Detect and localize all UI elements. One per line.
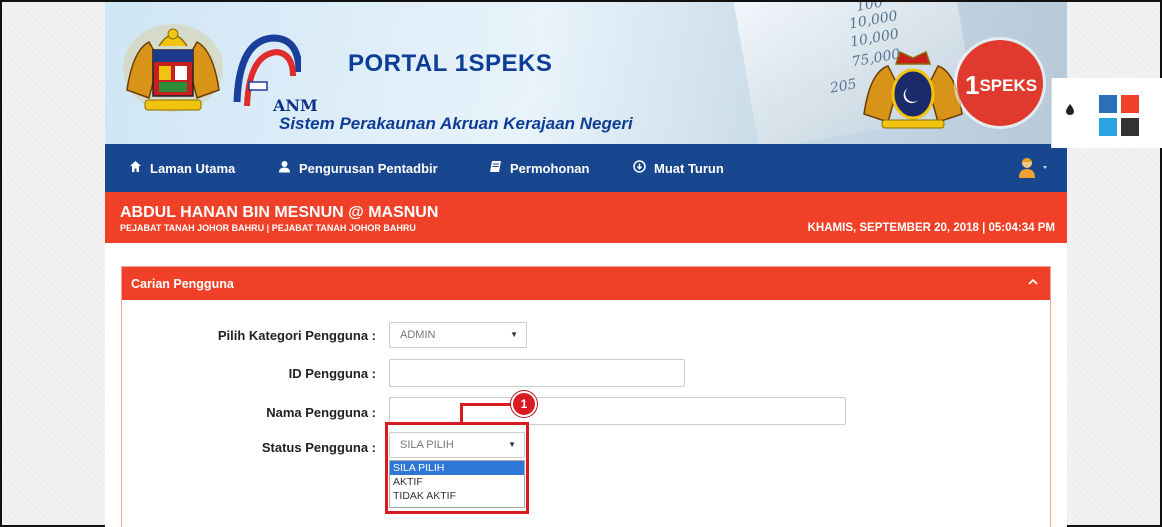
user-office: PEJABAT TANAH JOHOR BAHRU | PEJABAT TANA…	[120, 223, 416, 233]
banner-number: 205	[828, 76, 858, 97]
panel-header: Carian Pengguna	[122, 267, 1050, 300]
status-label: Status Pengguna :	[261, 440, 376, 455]
nav-label: Pengurusan Pentadbir	[299, 160, 438, 176]
home-icon	[128, 160, 142, 176]
user-icon	[277, 160, 291, 176]
user-name: ABDUL HANAN BIN MESNUN @ MASNUN	[120, 204, 439, 221]
chevron-up-icon[interactable]	[1028, 273, 1038, 289]
kategori-select[interactable]: ADMIN ▼	[389, 322, 527, 348]
nav-label: Permohonan	[510, 160, 590, 176]
current-datetime: KHAMIS, SEPTEMBER 20, 2018 | 05:04:34 PM	[807, 222, 1055, 234]
portal-title: PORTAL 1SPEKS	[348, 50, 553, 77]
header-banner: 100 10,000 10,000 75,000 205 ANM PORTAL …	[105, 2, 1067, 144]
nav-muat-turun[interactable]: Muat Turun	[632, 144, 724, 192]
theme-swatch-red[interactable]	[1121, 95, 1139, 113]
caret-down-icon: ▼	[510, 330, 518, 339]
annotation-connector	[460, 405, 463, 424]
main-navbar: Laman Utama Pengurusan Pentadbir Permoho…	[105, 144, 1067, 192]
brand-prefix: 1	[965, 70, 980, 100]
brand-name: SPEKS	[979, 76, 1038, 95]
user-info-bar: ABDUL HANAN BIN MESNUN @ MASNUN PEJABAT …	[105, 192, 1067, 243]
nama-pengguna-input[interactable]	[389, 397, 846, 425]
book-icon	[488, 160, 502, 176]
nav-pengurusan-pentadbir[interactable]: Pengurusan Pentadbir	[277, 144, 438, 192]
id-label: ID Pengguna :	[288, 366, 376, 381]
portal-subtitle: Sistem Perakaunan Akruan Kerajaan Negeri	[279, 114, 633, 133]
theme-swatch-dark[interactable]	[1121, 118, 1139, 136]
malaysia-coat-of-arms-icon	[123, 24, 223, 112]
nav-permohonan[interactable]: Permohonan	[488, 144, 589, 192]
kategori-value: ADMIN	[400, 329, 436, 341]
nav-label: Laman Utama	[150, 160, 236, 176]
annotation-connector	[460, 403, 514, 406]
user-avatar-icon	[1019, 158, 1047, 178]
nav-laman-utama[interactable]: Laman Utama	[128, 144, 235, 192]
annotation-highlight-box	[385, 422, 529, 514]
nav-label: Muat Turun	[654, 160, 724, 176]
theme-swatch-lightblue[interactable]	[1099, 118, 1117, 136]
anm-label: ANM	[273, 96, 318, 115]
download-icon	[632, 160, 646, 176]
johor-coat-of-arms-icon	[863, 50, 963, 129]
1speks-logo-text: 1SPEKS	[965, 70, 1037, 101]
theme-switcher	[1051, 78, 1162, 148]
kategori-label: Pilih Kategori Pengguna :	[217, 328, 376, 343]
panel-title: Carian Pengguna	[131, 277, 234, 291]
user-menu[interactable]	[1017, 156, 1053, 180]
drop-icon	[1066, 102, 1074, 118]
nama-label: Nama Pengguna :	[266, 405, 376, 420]
id-pengguna-input[interactable]	[389, 359, 685, 387]
theme-swatch-blue[interactable]	[1099, 95, 1117, 113]
annotation-number-badge: 1	[511, 391, 537, 417]
portal-container: 100 10,000 10,000 75,000 205 ANM PORTAL …	[105, 2, 1067, 527]
